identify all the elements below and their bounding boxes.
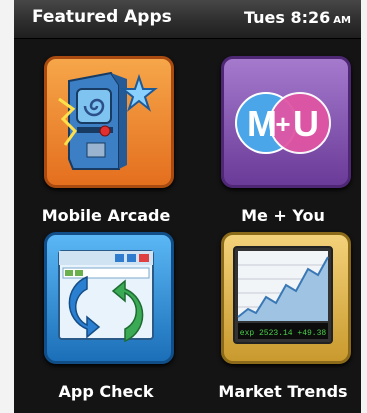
app-tile-mobile-arcade[interactable]: Mobile Arcade [31, 56, 181, 236]
app-label: Market Trends [218, 382, 348, 401]
clock-time: Tues 8:26 [244, 8, 331, 27]
stock-ticker: exp 2523.14 +49.38 [240, 329, 327, 338]
me-you-icon[interactable]: M + U [221, 56, 351, 188]
phone-screen: Featured Apps Tues 8:26AM Mobile Arcade [14, 0, 361, 413]
app-check-icon[interactable] [44, 232, 174, 364]
status-bar: Featured Apps Tues 8:26 AM [14, 0, 361, 39]
app-tile-market-trends[interactable]: exp 2523.14 +49.38 Market Trends [208, 232, 358, 412]
badge-u: U [293, 103, 319, 144]
badge-m: M [247, 103, 277, 144]
screen-title: Featured Apps [32, 7, 172, 27]
app-label: Me + You [241, 206, 325, 225]
arcade-icon[interactable] [44, 56, 174, 188]
clock: Tues 8:26 AM [244, 8, 351, 27]
clock-ampm: AM [333, 15, 351, 26]
app-tile-app-check[interactable]: App Check [31, 232, 181, 412]
market-trends-icon[interactable]: exp 2523.14 +49.38 [221, 232, 351, 364]
app-label: App Check [58, 382, 154, 401]
app-label: Mobile Arcade [41, 206, 171, 225]
badge-plus: + [275, 109, 290, 139]
app-tile-me-you[interactable]: M + U Me + You [208, 56, 358, 236]
